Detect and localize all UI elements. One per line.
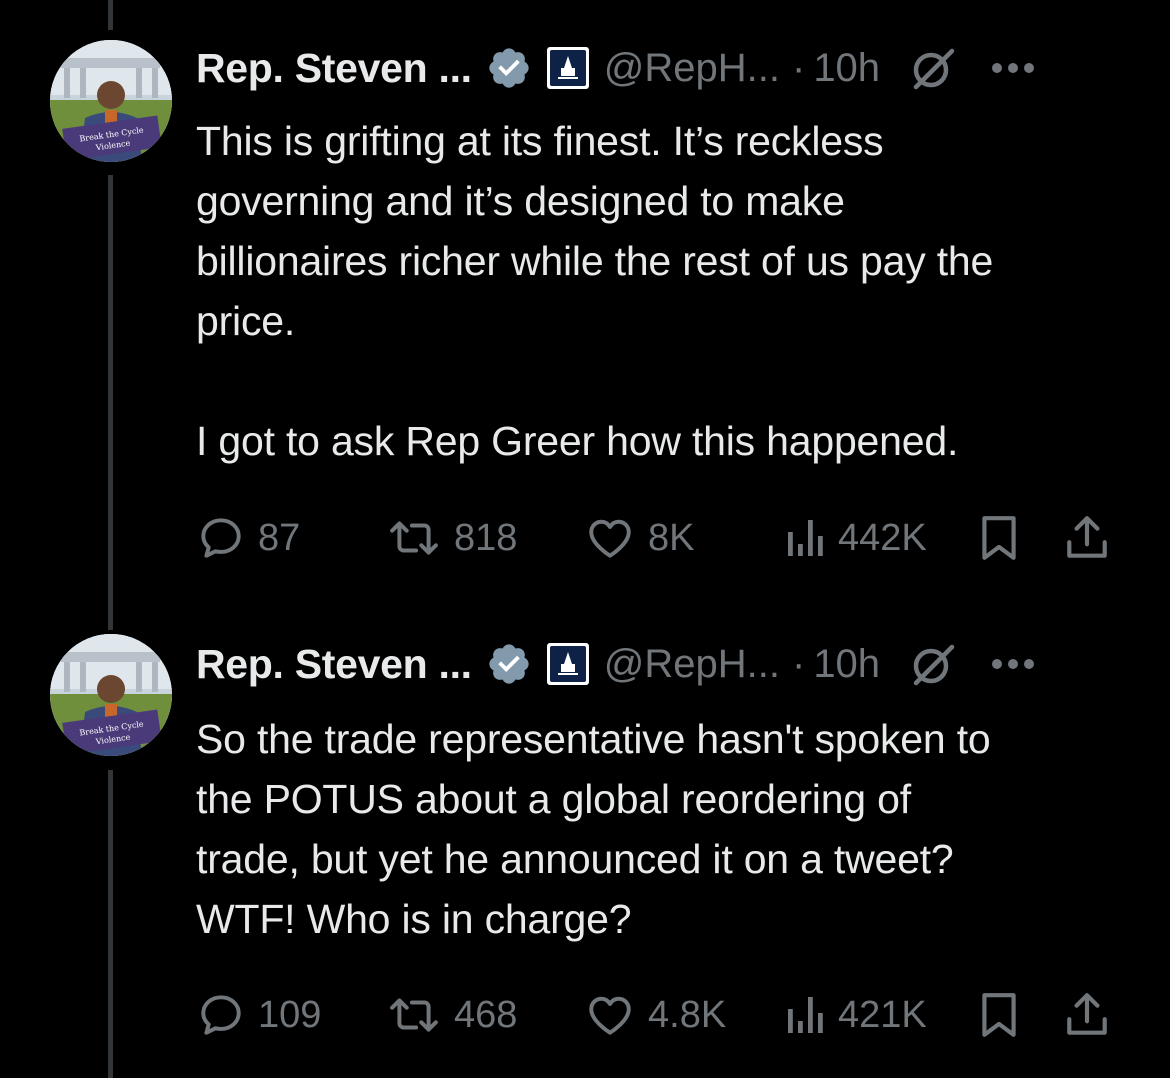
repost-count: 468 — [454, 993, 518, 1036]
capitol-affiliation-icon[interactable] — [546, 642, 590, 686]
views-button[interactable]: 421K — [786, 990, 927, 1040]
like-count: 8K — [648, 516, 695, 559]
views-bar-chart-icon — [788, 520, 823, 556]
tweet-header: Rep. Steven ... @RepH... · 10h — [196, 38, 1038, 98]
views-button[interactable]: 442K — [786, 513, 927, 563]
repost-count: 818 — [454, 516, 518, 559]
bookmark-icon — [982, 993, 1016, 1037]
heart-icon — [589, 996, 631, 1035]
grok-icon[interactable] — [908, 43, 958, 93]
reply-icon — [201, 518, 241, 558]
meta-separator: · — [791, 45, 806, 90]
more-options-icon[interactable] — [988, 654, 1038, 674]
repost-icon — [390, 521, 438, 555]
view-count: 421K — [838, 993, 927, 1036]
tweet[interactable]: Break the Cycle Violence Rep. Steven ...… — [0, 0, 1170, 600]
timestamp[interactable]: 10h — [813, 46, 880, 91]
share-icon — [1067, 993, 1107, 1035]
avatar[interactable]: Break the Cycle Violence — [50, 634, 172, 756]
reply-button[interactable]: 87 — [196, 513, 300, 563]
bookmark-button[interactable] — [976, 513, 1022, 563]
more-options-icon[interactable] — [988, 58, 1038, 78]
reply-count: 87 — [258, 516, 301, 559]
tweet-actions: 109 468 4.8K 421K — [196, 990, 1126, 1040]
tweet-text: So the trade representative hasn't spoke… — [196, 716, 991, 942]
user-handle[interactable]: @RepH... — [604, 642, 780, 687]
heart-icon — [589, 519, 631, 558]
like-button[interactable]: 4.8K — [584, 990, 726, 1040]
share-button[interactable] — [1064, 513, 1110, 563]
bookmark-icon — [982, 516, 1016, 560]
bookmark-button[interactable] — [976, 990, 1022, 1040]
user-handle[interactable]: @RepH... — [604, 46, 780, 91]
avatar[interactable]: Break the Cycle Violence — [50, 40, 172, 162]
like-count: 4.8K — [648, 993, 727, 1036]
tweet[interactable]: Break the Cycle Violence Rep. Steven ...… — [0, 600, 1170, 1078]
tweet-text: This is grifting at its finest. It’s rec… — [196, 118, 994, 464]
share-icon — [1067, 516, 1107, 558]
repost-button[interactable]: 468 — [386, 990, 517, 1040]
display-name[interactable]: Rep. Steven ... — [196, 45, 472, 92]
timestamp[interactable]: 10h — [813, 642, 880, 687]
meta-separator: · — [791, 641, 806, 686]
reply-count: 109 — [258, 993, 322, 1036]
tweet-header: Rep. Steven ... @RepH... · 10h — [196, 634, 1038, 694]
capitol-affiliation-icon[interactable] — [546, 46, 590, 90]
tweet-actions: 87 818 8K 442K — [196, 513, 1126, 563]
share-button[interactable] — [1064, 990, 1110, 1040]
verified-badge-icon[interactable] — [486, 641, 532, 687]
repost-button[interactable]: 818 — [386, 513, 517, 563]
display-name[interactable]: Rep. Steven ... — [196, 641, 472, 688]
reply-icon — [201, 995, 241, 1035]
views-bar-chart-icon — [788, 997, 823, 1033]
verified-badge-icon[interactable] — [486, 45, 532, 91]
reply-button[interactable]: 109 — [196, 990, 321, 1040]
like-button[interactable]: 8K — [584, 513, 694, 563]
grok-icon[interactable] — [908, 639, 958, 689]
view-count: 442K — [838, 516, 927, 559]
repost-icon — [390, 998, 438, 1032]
